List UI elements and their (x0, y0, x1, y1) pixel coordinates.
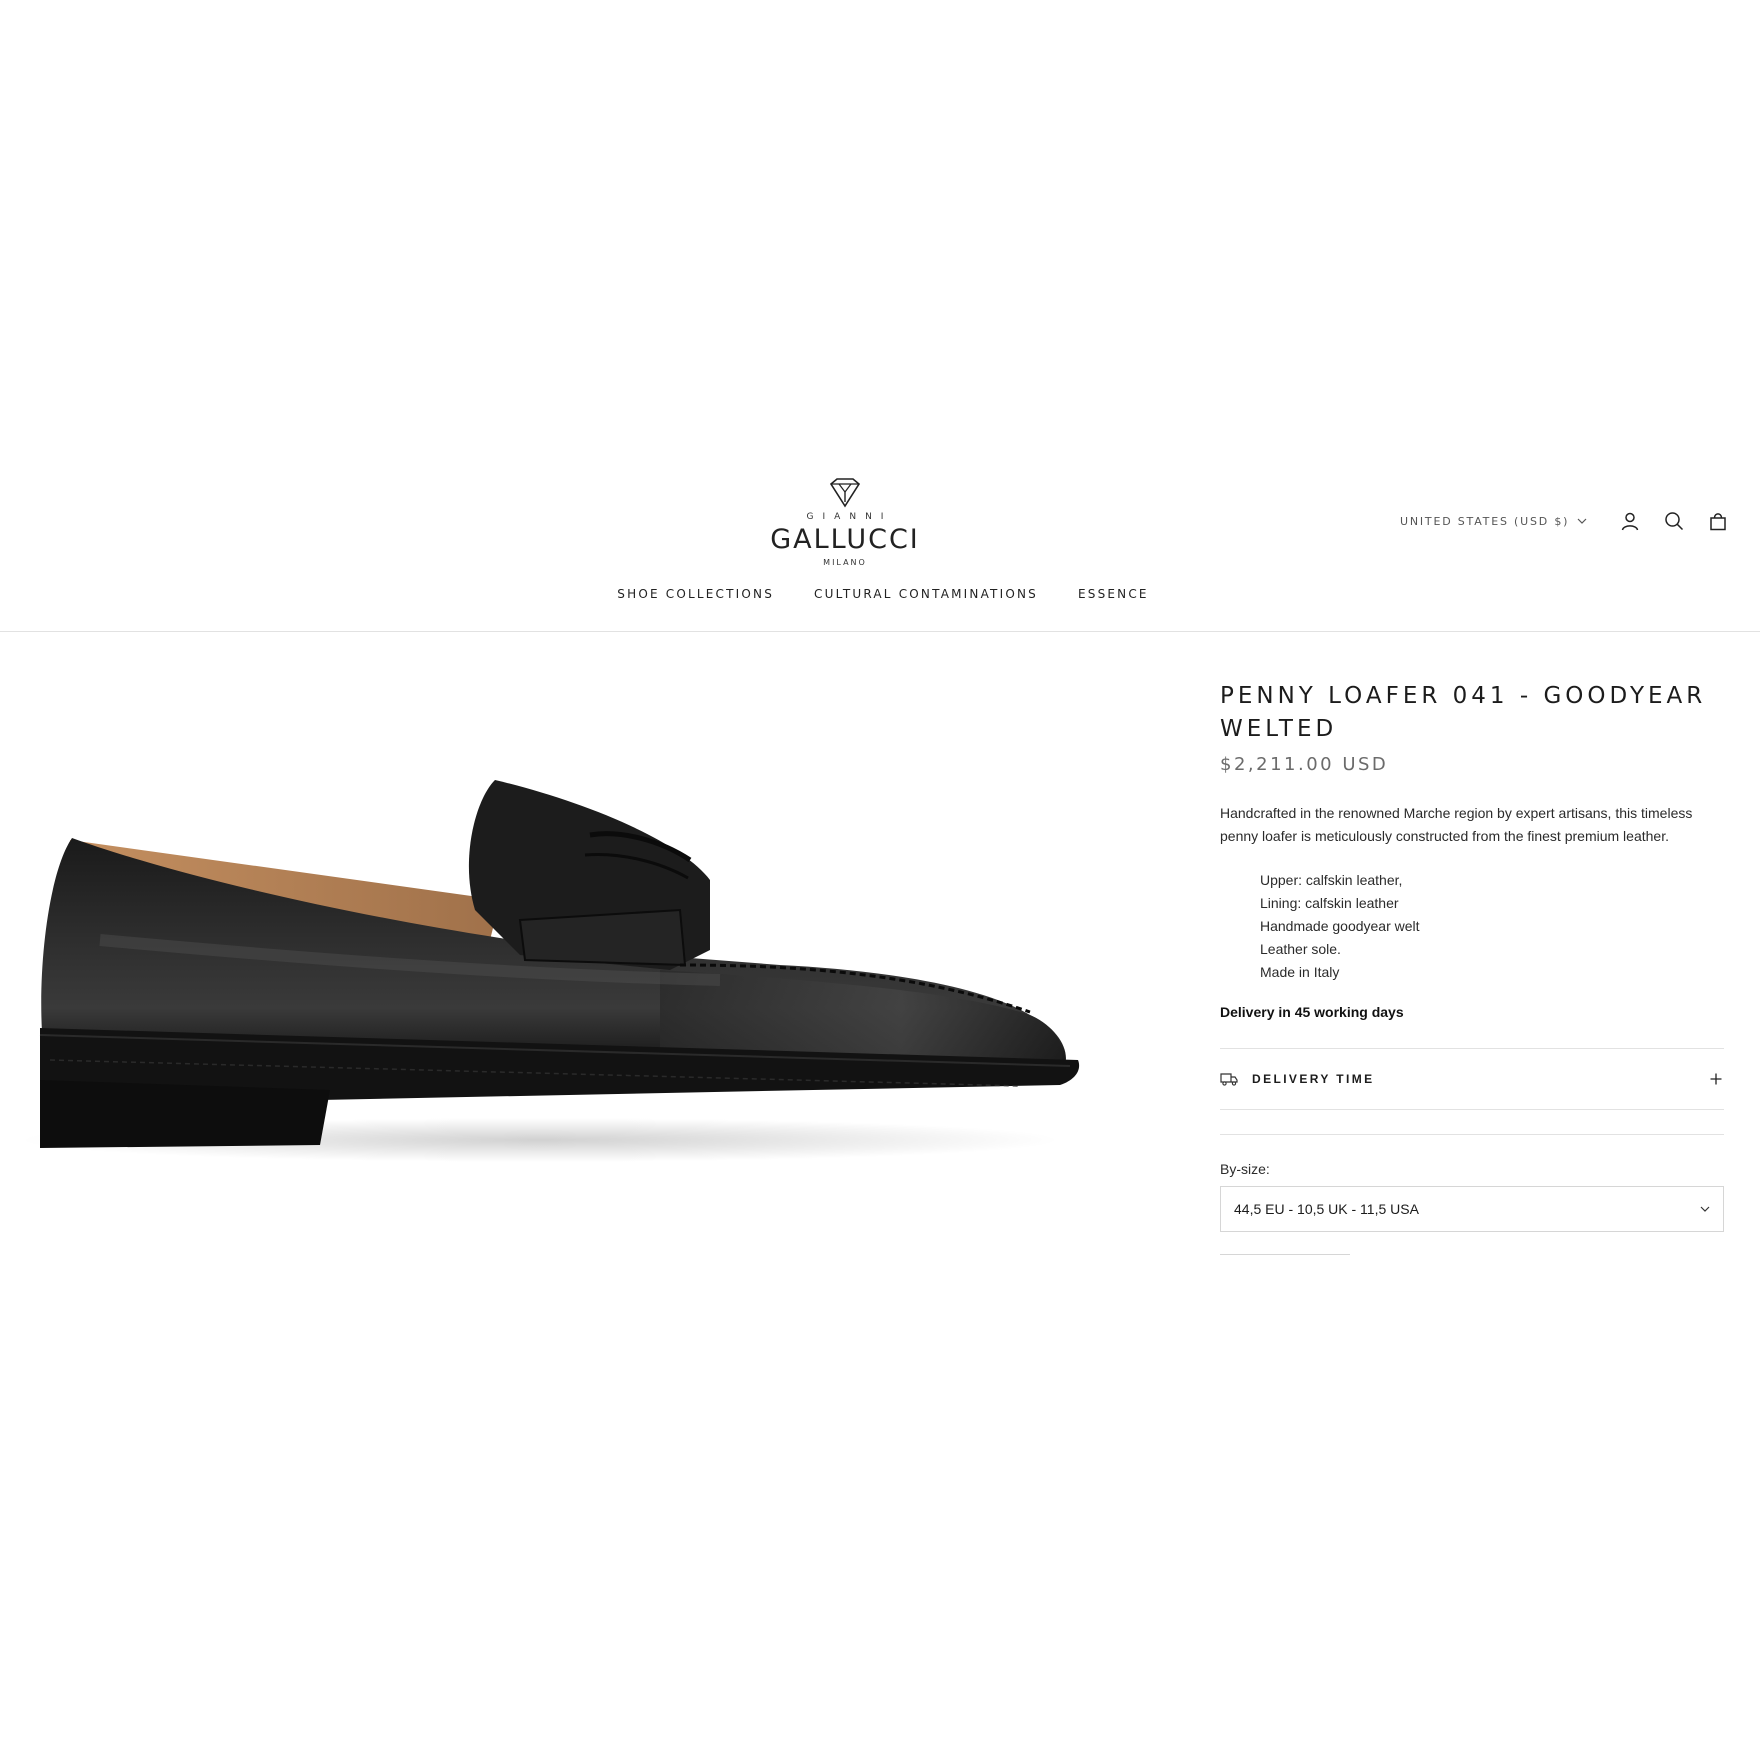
delivery-time-accordion[interactable]: DELIVERY TIME (1220, 1048, 1724, 1110)
country-selector-label: UNITED STATES (USD $) (1400, 514, 1570, 528)
product-title: PENNY LOAFER 041 - GOODYEAR WELTED (1220, 683, 1707, 742)
diamond-logo-icon (829, 478, 861, 508)
list-item: Upper: calfskin leather, (1260, 872, 1403, 888)
feature-list: Upper: calfskin leather, Lining: calfski… (1220, 869, 1724, 984)
chevron-down-icon (1700, 1206, 1710, 1212)
truck-icon (1220, 1073, 1238, 1086)
product-description: Handcrafted in the renowned Marche regio… (1220, 805, 1693, 844)
list-item: Leather sole. (1260, 941, 1341, 957)
nav-item-shoe-collections[interactable]: SHOE COLLECTIONS (617, 587, 774, 601)
plus-icon[interactable] (1710, 1073, 1722, 1085)
list-item: Made in Italy (1260, 964, 1340, 980)
size-label: By-size: (1220, 1161, 1270, 1177)
brand-logo[interactable]: GIANNI GALLUCCI MILANO (760, 478, 930, 567)
main-nav: SHOE COLLECTIONS CULTURAL CONTAMINATIONS… (0, 587, 1760, 601)
size-select-value: 44,5 EU - 10,5 UK - 11,5 USA (1234, 1201, 1419, 1217)
accordion-label: DELIVERY TIME (1252, 1072, 1375, 1086)
product-info: PENNY LOAFER 041 - GOODYEAR WELTED $2,21… (1220, 680, 1724, 1255)
brand-top: GIANNI (806, 512, 893, 522)
nav-item-essence[interactable]: ESSENCE (1078, 587, 1149, 601)
search-icon[interactable] (1663, 510, 1685, 532)
brand-sub: MILANO (823, 558, 867, 567)
site-header: GIANNI GALLUCCI MILANO UNITED STATES (US… (0, 460, 1760, 632)
size-select[interactable]: 44,5 EU - 10,5 UK - 11,5 USA (1220, 1186, 1724, 1232)
product-image[interactable] (20, 760, 1100, 1240)
chevron-down-icon (1577, 518, 1587, 524)
nav-item-cultural-contaminations[interactable]: CULTURAL CONTAMINATIONS (814, 587, 1038, 601)
list-item: Handmade goodyear welt (1260, 918, 1420, 934)
brand-name: GALLUCCI (770, 524, 920, 555)
product-price: $2,211.00 USD (1220, 754, 1389, 775)
account-icon[interactable] (1619, 510, 1641, 532)
divider (1220, 1134, 1724, 1135)
header-actions: UNITED STATES (USD $) (1400, 506, 1729, 536)
cart-icon[interactable] (1707, 510, 1729, 532)
divider (1220, 1254, 1350, 1255)
delivery-note: Delivery in 45 working days (1220, 1004, 1404, 1020)
country-selector[interactable]: UNITED STATES (USD $) (1400, 515, 1587, 528)
list-item: Lining: calfskin leather (1260, 895, 1399, 911)
